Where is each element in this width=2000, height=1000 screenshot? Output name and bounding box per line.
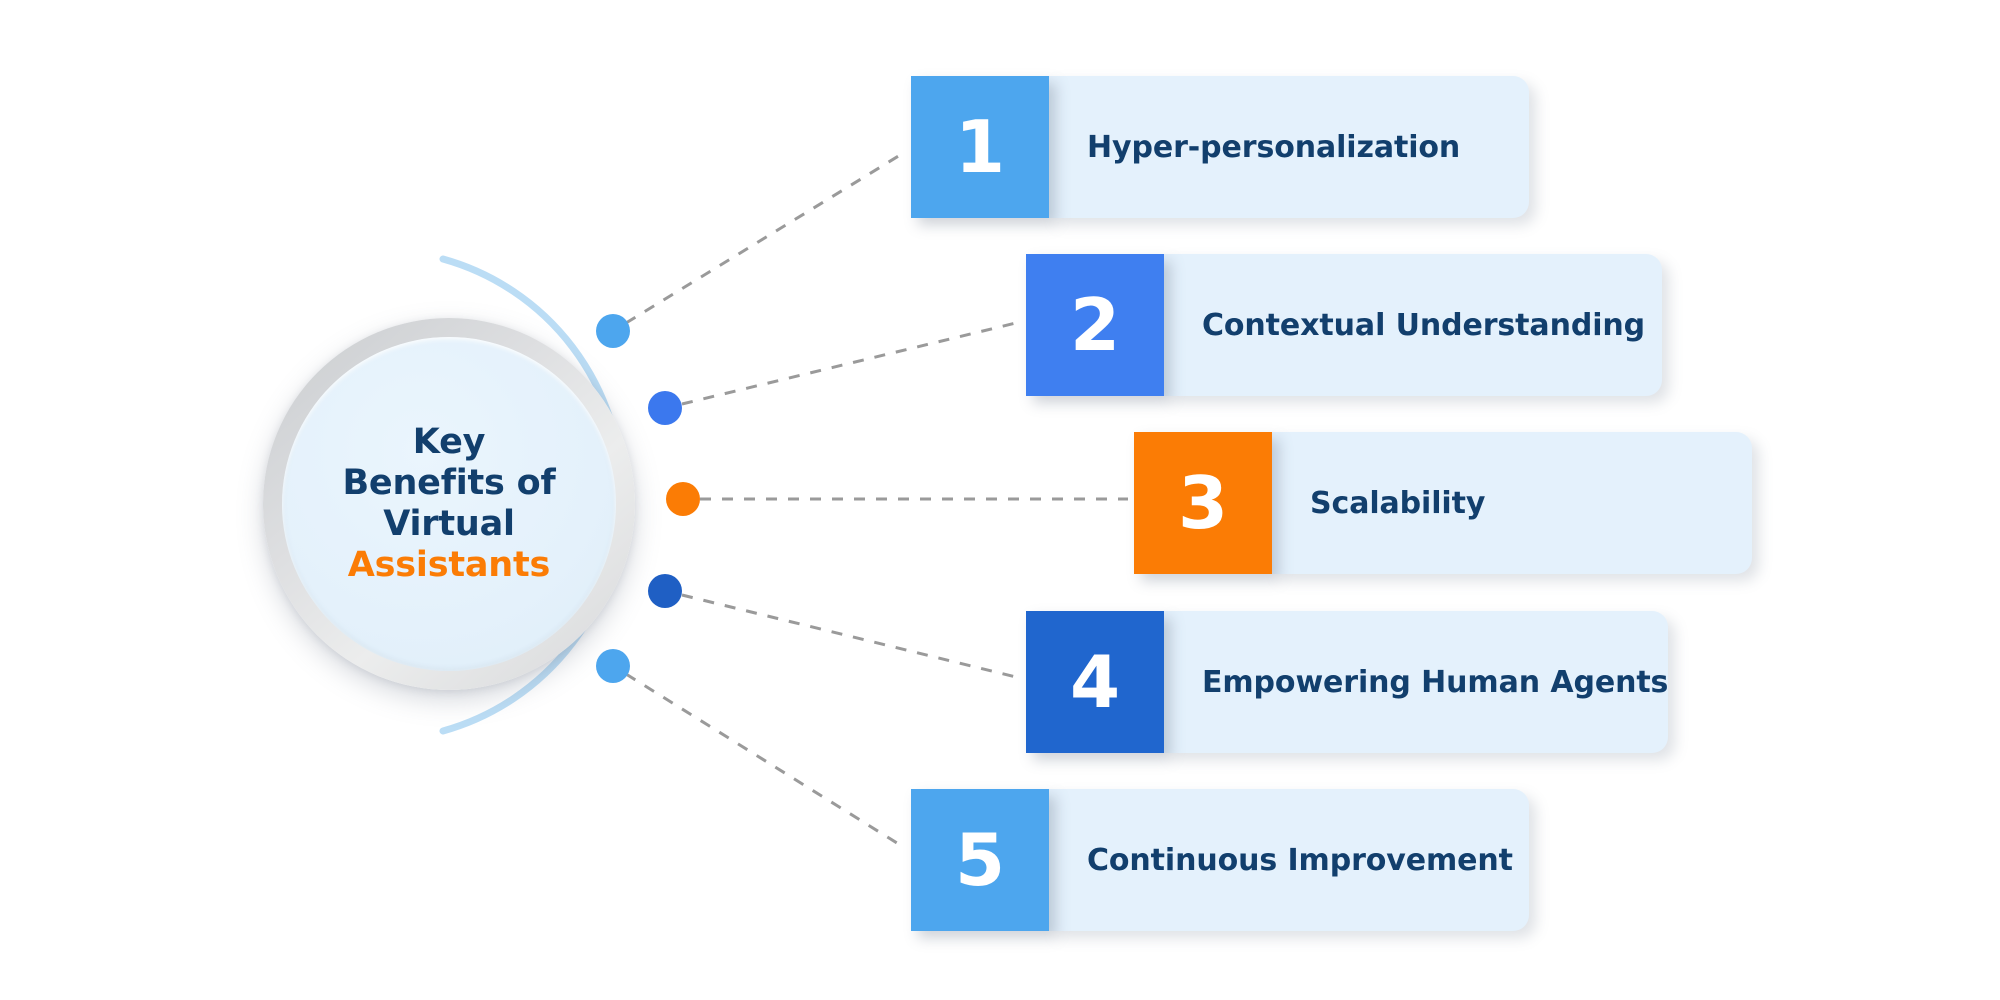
benefit-card-2[interactable]: Contextual Understanding — [1164, 254, 1662, 396]
hub-title-line-2: Benefits of — [342, 463, 556, 504]
benefit-row-5[interactable]: 5 Continuous Improvement — [911, 789, 1529, 931]
benefit-row-1[interactable]: 1 Hyper-personalization — [911, 76, 1529, 218]
benefit-label-4: Empowering Human Agents — [1202, 664, 1669, 700]
benefit-label-3: Scalability — [1310, 485, 1486, 521]
hub-title-line-1: Key — [412, 422, 486, 463]
benefit-number-badge-5: 5 — [911, 789, 1049, 931]
hub-title-line-3: Virtual — [383, 504, 515, 544]
benefit-card-4[interactable]: Empowering Human Agents — [1164, 611, 1668, 753]
infographic-canvas: Key Benefits of Virtual Assistants 1 Hyp… — [0, 0, 2000, 1000]
benefit-label-2: Contextual Understanding — [1202, 307, 1646, 343]
benefit-row-4[interactable]: 4 Empowering Human Agents — [1026, 611, 1668, 753]
hub-title-accent: Assistants — [347, 544, 551, 585]
benefit-number-badge-4: 4 — [1026, 611, 1164, 753]
node-dot-1[interactable] — [596, 314, 630, 348]
node-dot-4[interactable] — [648, 574, 682, 608]
connector-line-2 — [681, 320, 1021, 406]
benefit-number-badge-3: 3 — [1134, 432, 1272, 574]
connector-line-1 — [625, 150, 906, 325]
benefit-label-5: Continuous Improvement — [1087, 842, 1513, 878]
benefit-card-3[interactable]: Scalability — [1272, 432, 1752, 574]
node-dot-5[interactable] — [596, 649, 630, 683]
benefit-label-1: Hyper-personalization — [1087, 129, 1461, 165]
benefit-number-badge-1: 1 — [911, 76, 1049, 218]
connector-line-4 — [681, 593, 1021, 680]
connector-line-5 — [625, 672, 906, 850]
hub-title: Key Benefits of Virtual Assistants — [342, 422, 555, 586]
benefit-number-badge-2: 2 — [1026, 254, 1164, 396]
central-hub: Key Benefits of Virtual Assistants — [263, 318, 635, 690]
benefit-card-1[interactable]: Hyper-personalization — [1049, 76, 1529, 218]
node-dot-2[interactable] — [648, 391, 682, 425]
node-dot-3[interactable] — [666, 482, 700, 516]
benefit-card-5[interactable]: Continuous Improvement — [1049, 789, 1529, 931]
hub-inner-circle: Key Benefits of Virtual Assistants — [282, 337, 616, 671]
benefit-row-3[interactable]: 3 Scalability — [1134, 432, 1752, 574]
benefit-row-2[interactable]: 2 Contextual Understanding — [1026, 254, 1662, 396]
